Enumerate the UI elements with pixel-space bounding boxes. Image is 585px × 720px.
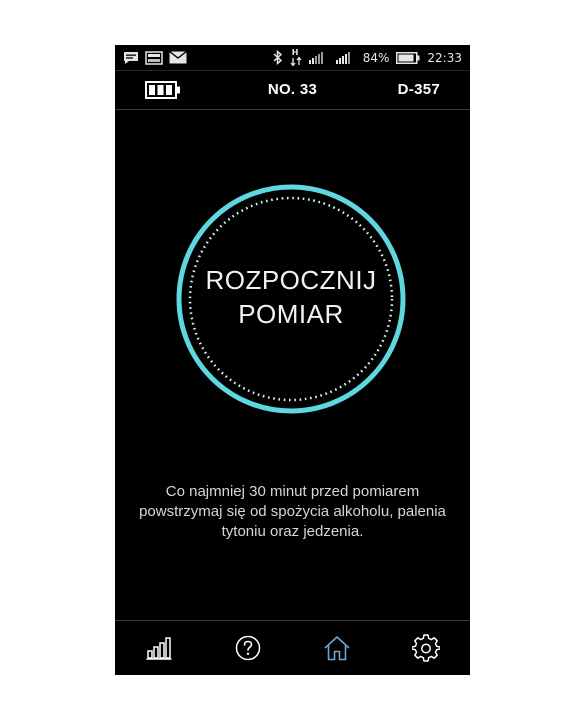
pre-measurement-notice: Co najmniej 30 minut przed pomiarem pows…: [139, 483, 446, 540]
clock: 22:33: [427, 50, 462, 65]
system-status: H 84% 22:33: [273, 48, 462, 66]
nav-statistics[interactable]: [129, 623, 189, 673]
signal-icon-2: [335, 51, 356, 64]
battery-icon: [396, 51, 420, 64]
start-label-line2: POMIAR: [238, 299, 344, 329]
bar-chart-icon: [146, 636, 172, 660]
start-measurement-label: ROZPOCZNIJ POMIAR: [175, 263, 407, 331]
settings-icon: [410, 634, 441, 662]
nav-help[interactable]: [218, 623, 278, 673]
status-bar: H 84% 22:33: [115, 45, 470, 70]
nav-settings[interactable]: [396, 623, 456, 673]
notification-icons: [123, 50, 187, 65]
message-icon: [123, 51, 139, 65]
device-id: D-357: [397, 81, 440, 98]
phone-screen: H 84% 22:33 NO. 33 D-357 ROZPOCZNIJ POMI…: [115, 45, 470, 675]
start-measurement-button[interactable]: ROZPOCZNIJ POMIAR: [175, 183, 407, 415]
home-icon: [323, 635, 351, 661]
help-icon: [235, 635, 261, 661]
nav-home[interactable]: [307, 623, 367, 673]
battery-percent: 84%: [362, 50, 390, 65]
start-label-line1: ROZPOCZNIJ: [205, 265, 377, 295]
bottom-navigation: [115, 620, 470, 675]
bluetooth-icon: [273, 49, 283, 66]
data-transfer-icon: H: [290, 48, 302, 66]
app-header: NO. 33 D-357: [115, 70, 470, 110]
mail-icon: [169, 50, 187, 64]
signal-icon-1: [308, 51, 329, 64]
image-notification-icon: [145, 50, 163, 65]
